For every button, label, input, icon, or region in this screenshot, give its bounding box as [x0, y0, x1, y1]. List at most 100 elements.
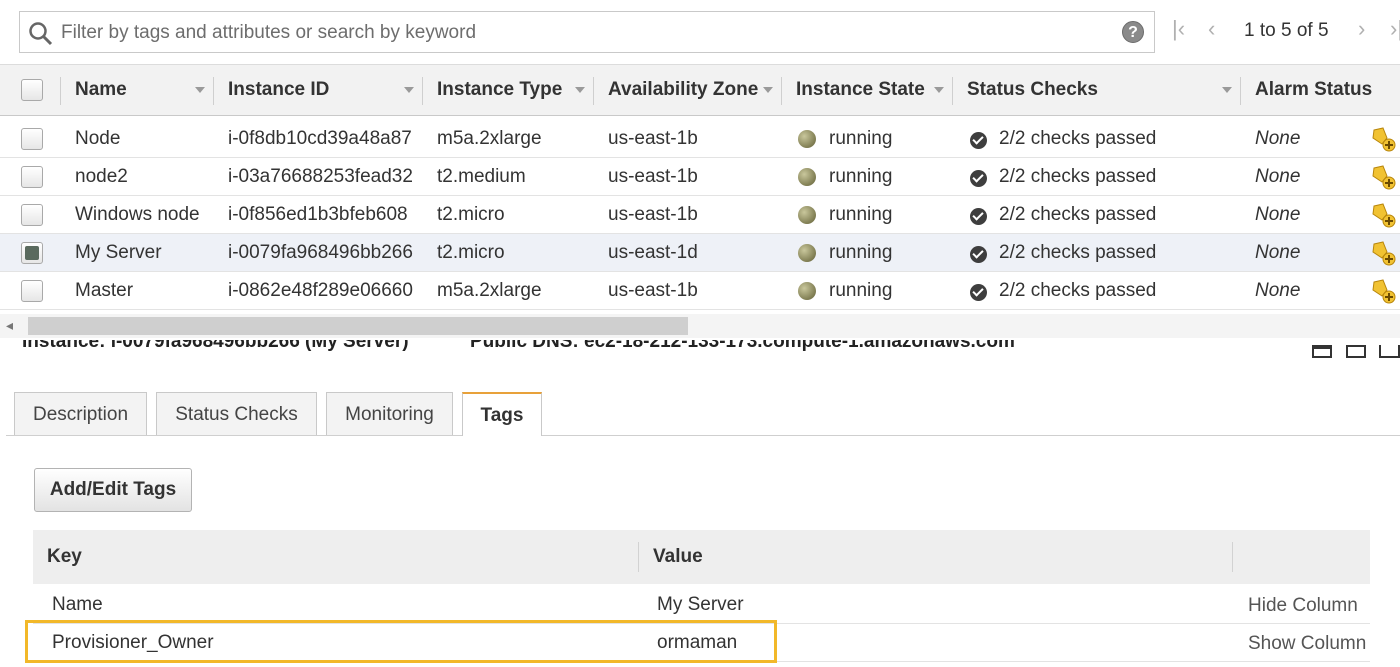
- show-column-link[interactable]: Show Column: [1248, 633, 1366, 655]
- availability-zone: us-east-1b: [608, 280, 698, 301]
- add-alarm-icon[interactable]: [1370, 240, 1396, 266]
- running-state-icon: [798, 168, 816, 186]
- add-alarm-icon[interactable]: [1370, 202, 1396, 228]
- running-state-icon: [798, 244, 816, 262]
- page-range: 1 to 5 of 5: [1244, 20, 1329, 41]
- tab-status-checks[interactable]: Status Checks: [156, 392, 317, 435]
- minimize-panel-icon[interactable]: [1379, 345, 1400, 358]
- instance-id: i-0862e48f289e06660: [228, 280, 413, 301]
- highlight-box: [25, 620, 777, 663]
- instance-type: t2.micro: [437, 204, 505, 225]
- scroll-left-icon[interactable]: ◂: [6, 317, 13, 334]
- maximize-panel-icon[interactable]: [1312, 345, 1332, 358]
- sort-caret-icon: [763, 87, 773, 93]
- sort-caret-icon: [404, 87, 414, 93]
- check-passed-icon: [970, 170, 987, 187]
- alarm-status: None: [1255, 204, 1301, 225]
- table-row[interactable]: Node i-0f8db10cd39a48a87 m5a.2xlarge us-…: [0, 120, 1400, 158]
- public-dns: Public DNS: ec2-18-212-133-173.compute-1…: [470, 340, 1015, 352]
- help-icon[interactable]: ?: [1122, 21, 1144, 43]
- instance-name: Node: [75, 128, 121, 149]
- availability-zone: us-east-1b: [608, 128, 698, 149]
- horizontal-scrollbar[interactable]: ◂: [0, 314, 1400, 338]
- instance-state: running: [829, 242, 893, 263]
- instance-type: m5a.2xlarge: [437, 280, 542, 301]
- instance-id: i-03a76688253fead32: [228, 166, 413, 187]
- restore-panel-icon[interactable]: [1346, 345, 1366, 358]
- column-header-instance-state[interactable]: Instance State: [781, 65, 952, 117]
- instance-type: t2.micro: [437, 242, 505, 263]
- add-alarm-icon[interactable]: [1370, 126, 1396, 152]
- column-header-name[interactable]: Name: [60, 65, 213, 117]
- column-header-key: Key: [47, 546, 82, 567]
- sort-caret-icon: [575, 87, 585, 93]
- tag-row: Name My Server Hide Column: [33, 586, 1370, 624]
- column-header-value: Value: [653, 546, 703, 567]
- check-passed-icon: [970, 284, 987, 301]
- tab-monitoring[interactable]: Monitoring: [326, 392, 453, 435]
- search-input[interactable]: Filter by tags and attributes or search …: [61, 22, 476, 44]
- add-alarm-icon[interactable]: [1370, 278, 1396, 304]
- tabs-divider: [6, 435, 1400, 436]
- instance-type: t2.medium: [437, 166, 526, 187]
- column-header-instance-type[interactable]: Instance Type: [422, 65, 593, 117]
- table-row[interactable]: node2 i-03a76688253fead32 t2.medium us-e…: [0, 158, 1400, 196]
- table-row[interactable]: Master i-0862e48f289e06660 m5a.2xlarge u…: [0, 272, 1400, 310]
- availability-zone: us-east-1d: [608, 242, 698, 263]
- table-row[interactable]: My Server i-0079fa968496bb266 t2.micro u…: [0, 234, 1400, 272]
- availability-zone: us-east-1b: [608, 166, 698, 187]
- next-page-icon[interactable]: ›: [1358, 16, 1365, 42]
- row-checkbox[interactable]: [21, 242, 43, 264]
- scrollbar-thumb[interactable]: [28, 317, 688, 335]
- instance-state: running: [829, 280, 893, 301]
- tab-tags[interactable]: Tags: [462, 392, 542, 436]
- row-checkbox[interactable]: [21, 128, 43, 150]
- first-page-icon[interactable]: |‹: [1172, 16, 1185, 42]
- sort-caret-icon: [934, 87, 944, 93]
- column-header-alarm-status[interactable]: Alarm Status: [1240, 65, 1400, 117]
- prev-page-icon[interactable]: ‹: [1208, 16, 1215, 42]
- select-all-checkbox[interactable]: [21, 79, 43, 101]
- add-alarm-icon[interactable]: [1370, 164, 1396, 190]
- tag-value: My Server: [657, 594, 744, 615]
- row-checkbox[interactable]: [21, 204, 43, 226]
- alarm-status: None: [1255, 280, 1301, 301]
- last-page-icon[interactable]: ›|: [1390, 16, 1400, 42]
- tab-description[interactable]: Description: [14, 392, 147, 435]
- instance-type: m5a.2xlarge: [437, 128, 542, 149]
- row-checkbox[interactable]: [21, 166, 43, 188]
- instance-name: Master: [75, 280, 134, 301]
- instance-id: i-0f8db10cd39a48a87: [228, 128, 412, 149]
- alarm-status: None: [1255, 166, 1301, 187]
- row-checkbox[interactable]: [21, 280, 43, 302]
- check-passed-icon: [970, 208, 987, 225]
- column-header-instance-id[interactable]: Instance ID: [213, 65, 422, 117]
- status-checks: 2/2 checks passed: [999, 128, 1157, 149]
- availability-zone: us-east-1b: [608, 204, 698, 225]
- sort-caret-icon: [1222, 87, 1232, 93]
- tag-key: Name: [52, 594, 103, 615]
- table-row[interactable]: Windows node i-0f856ed1b3bfeb608 t2.micr…: [0, 196, 1400, 234]
- instance-id: i-0079fa968496bb266: [228, 242, 413, 263]
- hide-column-link[interactable]: Hide Column: [1248, 595, 1358, 617]
- instance-state: running: [829, 166, 893, 187]
- status-checks: 2/2 checks passed: [999, 204, 1157, 225]
- add-edit-tags-button[interactable]: Add/Edit Tags: [34, 468, 192, 512]
- alarm-status: None: [1255, 242, 1301, 263]
- status-checks: 2/2 checks passed: [999, 242, 1157, 263]
- instance-id: i-0f856ed1b3bfeb608: [228, 204, 408, 225]
- running-state-icon: [798, 206, 816, 224]
- column-header-status-checks[interactable]: Status Checks: [952, 65, 1240, 117]
- check-passed-icon: [970, 246, 987, 263]
- status-checks: 2/2 checks passed: [999, 166, 1157, 187]
- instance-name: Windows node: [75, 204, 200, 225]
- instance-state: running: [829, 204, 893, 225]
- alarm-status: None: [1255, 128, 1301, 149]
- search-bar[interactable]: Filter by tags and attributes or search …: [19, 11, 1155, 53]
- instance-summary: Instance: i-0079fa968496bb266 (My Server…: [22, 340, 409, 352]
- instance-state: running: [829, 128, 893, 149]
- check-passed-icon: [970, 132, 987, 149]
- instance-name: node2: [75, 166, 128, 187]
- status-checks: 2/2 checks passed: [999, 280, 1157, 301]
- column-header-availability-zone[interactable]: Availability Zone: [593, 65, 781, 117]
